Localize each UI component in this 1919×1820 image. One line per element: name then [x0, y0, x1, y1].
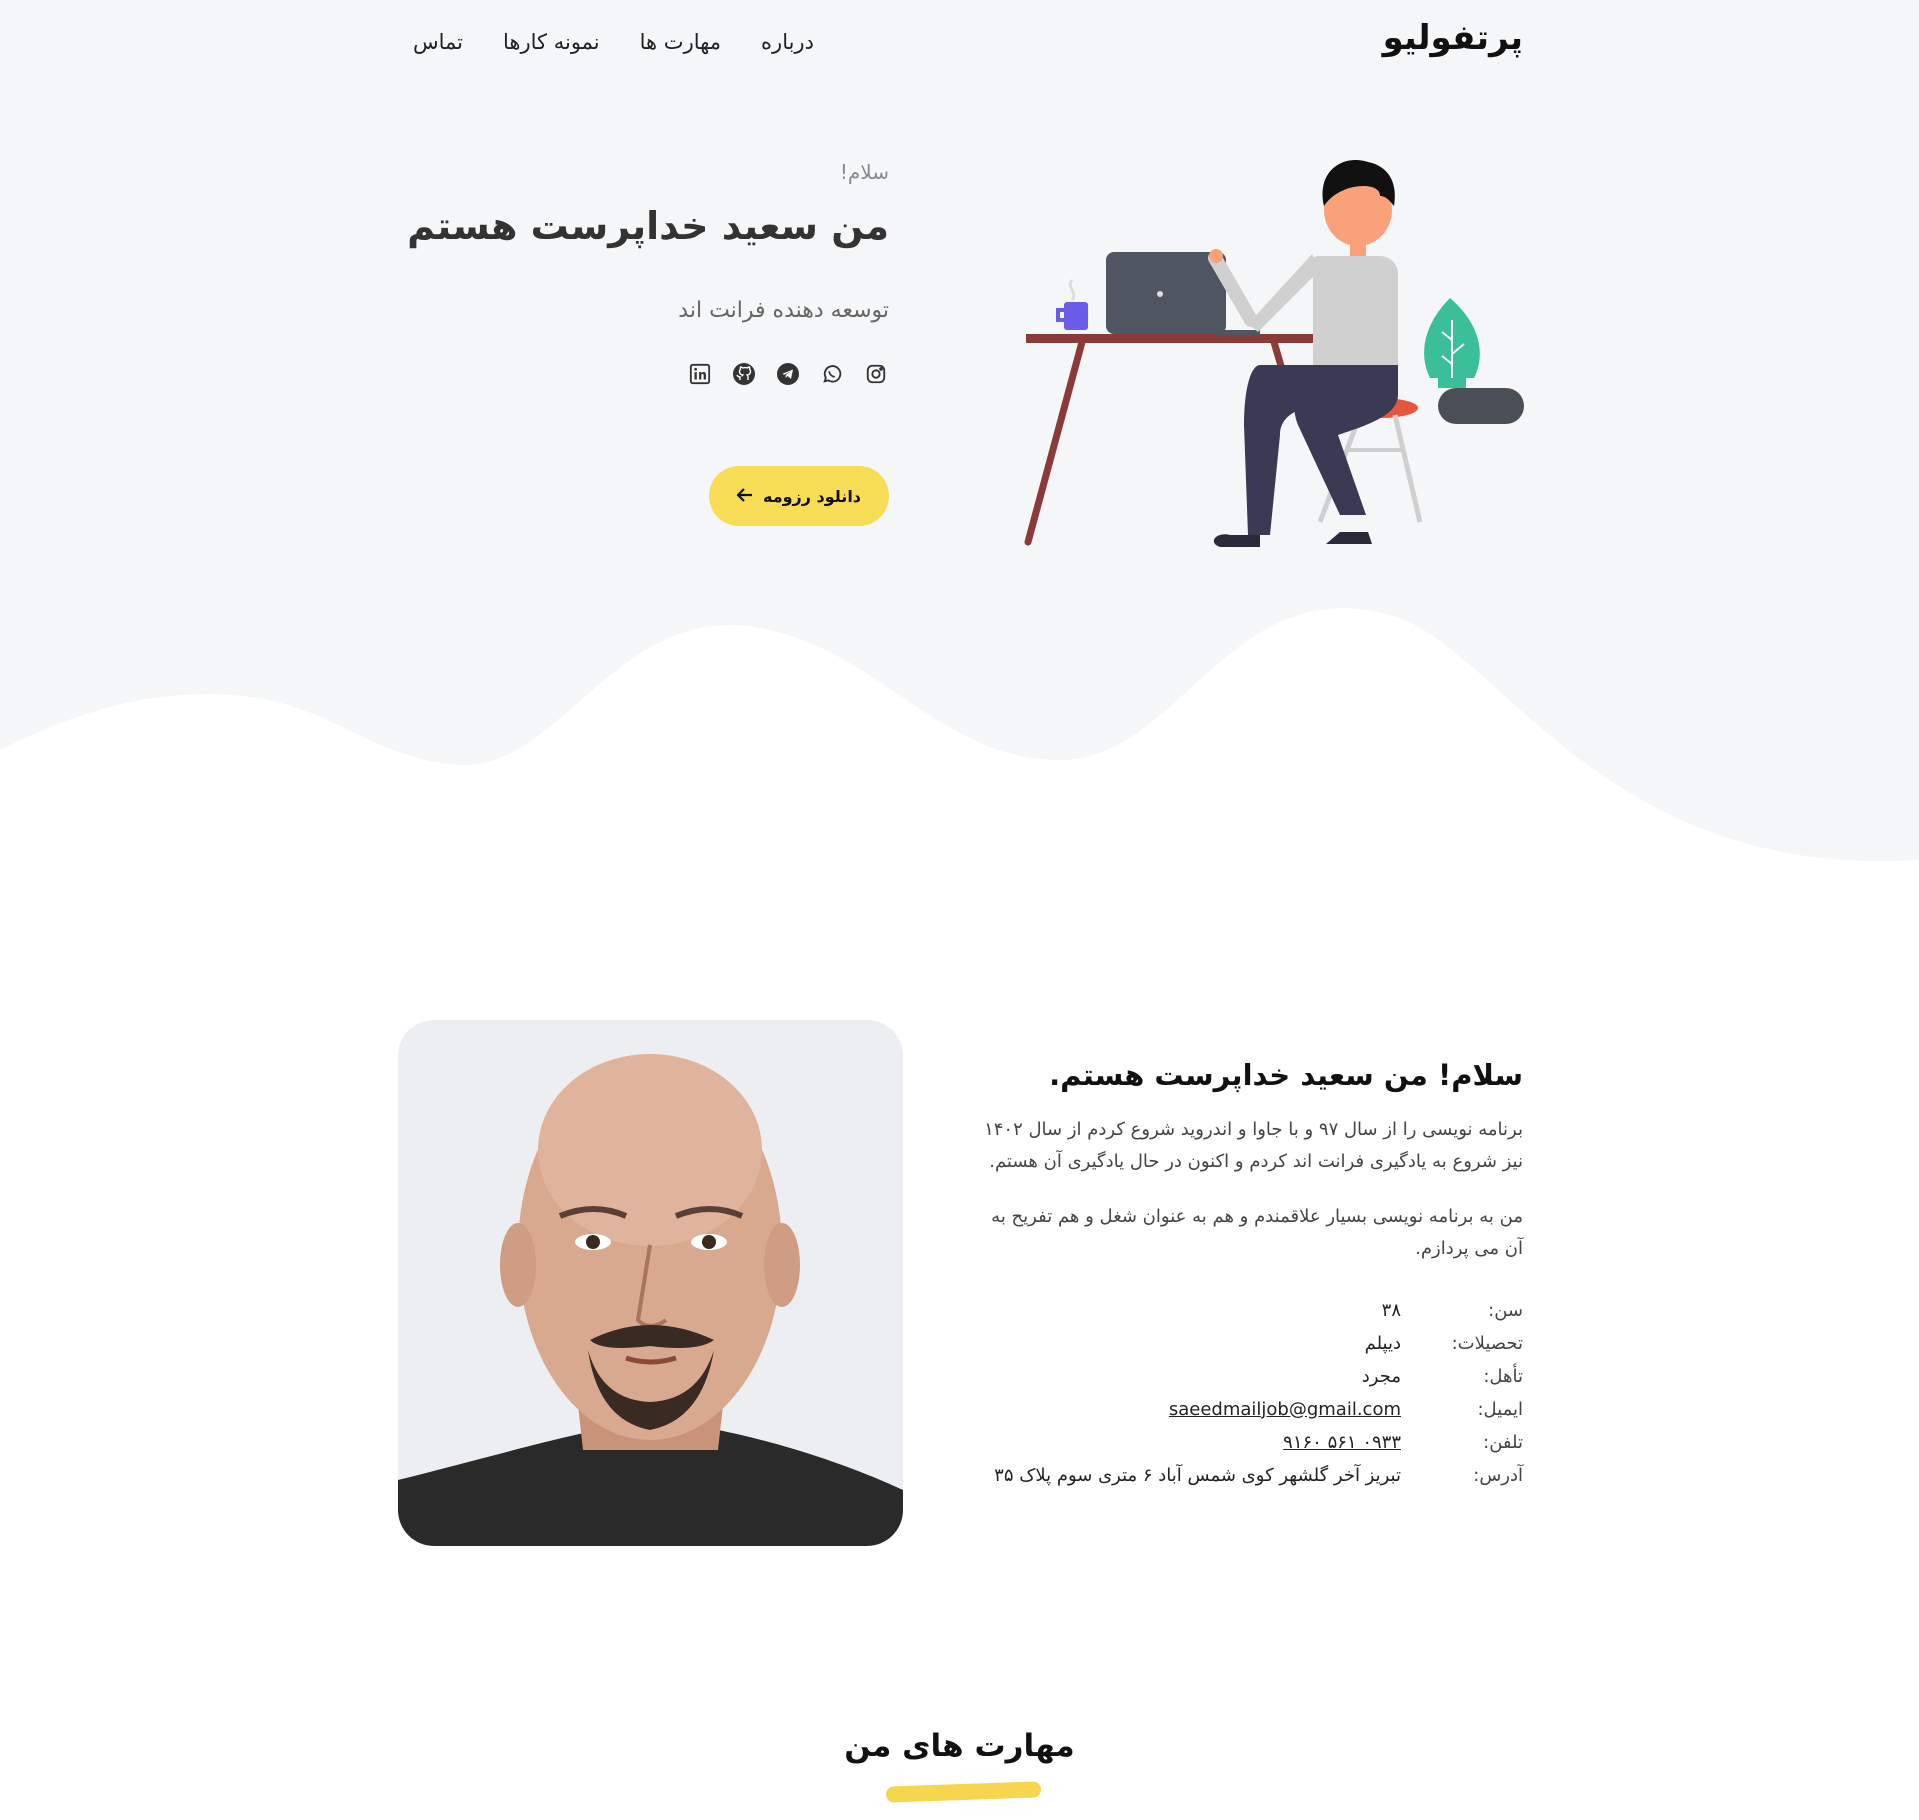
info-value: مجرد: [1361, 1365, 1401, 1387]
info-row-phone: تلفن: ۰۹۳۳ ۵۶۱ ۹۱۶۰: [983, 1426, 1523, 1459]
github-icon[interactable]: [731, 361, 757, 387]
info-label: تلفن:: [1483, 1431, 1523, 1453]
info-label: ایمیل:: [1477, 1398, 1523, 1420]
nav-item-skills[interactable]: مهارت ها: [640, 30, 721, 54]
info-label: سن:: [1488, 1299, 1523, 1321]
telegram-icon[interactable]: [775, 361, 801, 387]
brand-logo[interactable]: پرتفولیو: [1383, 18, 1523, 58]
about-paragraph-1: برنامه نویسی را از سال ۹۷ و با جاوا و ان…: [984, 1119, 1523, 1173]
instagram-icon[interactable]: [863, 361, 889, 387]
info-row-email: ایمیل: saeedmailjob@gmail.com: [983, 1393, 1523, 1426]
skills-title-underline: [885, 1781, 1042, 1803]
nav-item-contact[interactable]: تماس: [413, 30, 463, 54]
info-row-marital: تأهل: مجرد: [983, 1360, 1523, 1393]
info-label: تحصیلات:: [1451, 1332, 1523, 1354]
profile-photo: [398, 1020, 903, 1546]
hero-title: من سعید خداپرست هستم: [369, 204, 889, 250]
phone-link[interactable]: ۰۹۳۳ ۵۶۱ ۹۱۶۰: [1283, 1426, 1401, 1459]
main-nav: درباره مهارت ها نمونه کارها تماس: [413, 30, 814, 54]
info-row-age: سن: ۳۸: [983, 1294, 1523, 1327]
info-label: آدرس:: [1473, 1464, 1523, 1486]
about-section: سلام! من سعید خداپرست هستم. برنامه نویسی…: [983, 1058, 1523, 1492]
hero-greeting: سلام!: [839, 160, 889, 184]
hero-subtitle: توسعه دهنده فرانت اند: [678, 297, 889, 323]
developer-illustration: [1024, 159, 1524, 547]
skills-title: مهارت های من: [844, 1728, 1075, 1764]
hero-title-highlight: خداپرست: [530, 204, 709, 248]
resume-button-label: دانلود رزومه: [762, 486, 862, 506]
nav-item-about[interactable]: درباره: [761, 30, 814, 54]
info-row-education: تحصیلات: دیپلم: [983, 1327, 1523, 1360]
info-value: ۳۸: [1381, 1299, 1401, 1321]
hero-title-prefix: من سعید: [721, 204, 889, 248]
info-label: تأهل:: [1483, 1365, 1523, 1387]
social-links: [369, 361, 889, 387]
info-row-address: آدرس: تبریز آخر گلشهر کوی شمس آباد ۶ متر…: [983, 1459, 1523, 1492]
email-link[interactable]: saeedmailjob@gmail.com: [1169, 1393, 1401, 1426]
arrow-left-icon: [736, 487, 753, 506]
download-resume-button[interactable]: دانلود رزومه: [709, 466, 889, 526]
personal-info: سن: ۳۸ تحصیلات: دیپلم تأهل: مجرد ایمیل: …: [983, 1294, 1523, 1492]
hero-text: سلام! من سعید خداپرست هستم توسعه دهنده ف…: [369, 160, 889, 387]
linkedin-icon[interactable]: [687, 361, 713, 387]
about-heading: سلام! من سعید خداپرست هستم.: [1049, 1058, 1523, 1092]
info-value: تبریز آخر گلشهر کوی شمس آباد ۶ متری سوم …: [994, 1464, 1401, 1486]
wave-divider: [0, 608, 1919, 880]
about-paragraph-2: من به برنامه نویسی بسیار علاقمندم و هم ب…: [991, 1205, 1523, 1260]
hero-title-suffix: هستم: [407, 204, 518, 248]
info-value: دیپلم: [1364, 1332, 1401, 1354]
whatsapp-icon[interactable]: [819, 361, 845, 387]
nav-item-portfolio[interactable]: نمونه کارها: [503, 30, 600, 54]
